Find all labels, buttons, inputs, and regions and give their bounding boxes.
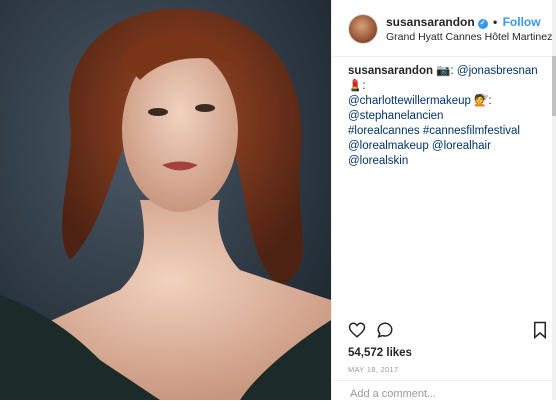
post-author-line: susansarandon ✓ • Follow [386, 15, 541, 29]
mention-lorealskin[interactable]: @lorealskin [348, 155, 408, 167]
camera-icon: 📷 [436, 65, 451, 77]
caption-author[interactable]: susansarandon [348, 65, 433, 77]
follow-button[interactable]: Follow [503, 15, 541, 29]
heart-icon[interactable] [348, 321, 366, 339]
hashtag-lorealcannes[interactable]: #lorealcannes [348, 125, 420, 137]
comment-icon[interactable] [376, 321, 394, 339]
mention-charlottewillermakeup[interactable]: @charlottewillermakeup [348, 95, 471, 107]
caption-colon: : [362, 80, 366, 92]
comment-input[interactable] [348, 387, 542, 401]
makeup-icon: 💄 [348, 80, 363, 92]
mention-lorealmakeup[interactable]: @lorealmakeup [348, 140, 429, 152]
post-caption: susansarandon 📷: @jonasbresnan 💄: @charl… [348, 65, 538, 167]
caption-colon: : [488, 95, 492, 107]
hashtag-cannesfilmfestival[interactable]: #cannesfilmfestival [423, 125, 520, 137]
avatar[interactable] [348, 14, 378, 44]
portrait-image [0, 0, 331, 400]
scrollbar-thumb[interactable] [552, 56, 556, 116]
likes-count[interactable]: 54,572 likes [348, 347, 412, 359]
post-header: susansarandon ✓ • Follow Grand Hyatt Cann… [332, 0, 556, 57]
post-sidebar: susansarandon ✓ • Follow Grand Hyatt Cann… [331, 0, 556, 401]
mention-stephanelancien[interactable]: @stephanelancien [348, 110, 443, 122]
username-link[interactable]: susansarandon [386, 15, 475, 29]
location-link[interactable]: Grand Hyatt Cannes Hôtel Martinez [386, 31, 552, 43]
post-photo[interactable] [0, 0, 331, 400]
verified-badge-icon: ✓ [477, 19, 488, 29]
bookmark-icon[interactable] [532, 321, 548, 339]
separator-dot: • [493, 15, 498, 29]
mention-lorealhair[interactable]: @lorealhair [432, 140, 491, 152]
post-date[interactable]: MAY 18, 2017 [348, 365, 398, 374]
mention-jonasbresnan[interactable]: @jonasbresnan [457, 65, 538, 77]
hair-icon: 💇 [474, 95, 489, 107]
comment-box [332, 380, 556, 401]
post-actions [348, 321, 548, 341]
